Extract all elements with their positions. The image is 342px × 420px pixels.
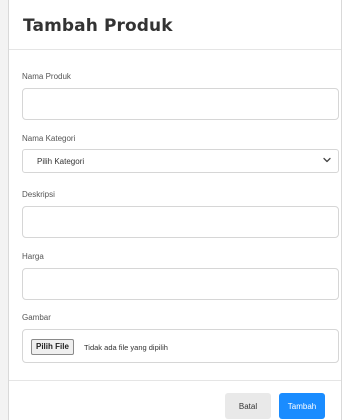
price-input[interactable] (22, 268, 339, 300)
category-label: Nama Kategori (22, 134, 76, 143)
description-label: Deskripsi (22, 190, 55, 199)
description-input[interactable] (22, 206, 339, 238)
modal-footer: Batal Tambah (9, 380, 341, 420)
price-label: Harga (22, 252, 44, 261)
image-file-field: Pilih File Tidak ada file yang dipilih (22, 329, 339, 363)
chevron-down-icon (323, 157, 331, 163)
file-status-text: Tidak ada file yang dipilih (84, 343, 168, 352)
product-name-input[interactable] (22, 88, 339, 120)
add-button[interactable]: Tambah (279, 393, 325, 419)
image-label: Gambar (22, 313, 51, 322)
category-selected-value: Pilih Kategori (37, 157, 85, 166)
modal-header: Tambah Produk (9, 0, 341, 50)
modal-title: Tambah Produk (23, 16, 173, 36)
product-name-label: Nama Produk (22, 72, 71, 81)
add-product-modal: Tambah Produk Nama Produk Nama Kategori … (8, 0, 342, 420)
cancel-button[interactable]: Batal (225, 393, 271, 419)
choose-file-button[interactable]: Pilih File (31, 339, 74, 355)
category-select[interactable]: Pilih Kategori (22, 149, 339, 173)
